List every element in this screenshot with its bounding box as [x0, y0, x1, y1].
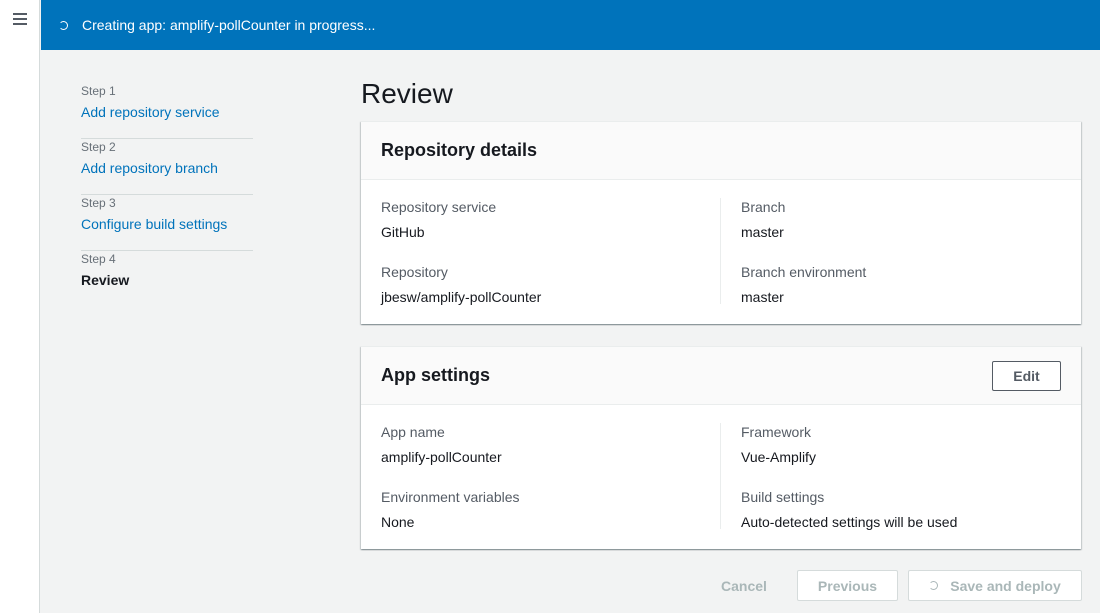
- cancel-button[interactable]: Cancel: [700, 570, 788, 601]
- details-column-right: Branch master Branch environment master: [741, 198, 1061, 328]
- field-value: master: [741, 289, 784, 305]
- field-label: Framework: [741, 424, 812, 440]
- spinner-icon: [59, 20, 68, 30]
- step-link-add-repository-branch[interactable]: Add repository branch: [81, 159, 253, 177]
- field-label: Repository service: [381, 199, 497, 215]
- step-3: Step 3 Configure build settings: [81, 195, 253, 251]
- spinner-icon: [929, 581, 939, 590]
- step-1: Step 1 Add repository service: [81, 83, 253, 139]
- step-4: Step 4 Review: [81, 251, 253, 307]
- field-label: Build settings: [741, 489, 825, 505]
- wizard-steps: Step 1 Add repository service Step 2 Add…: [81, 83, 253, 307]
- field-value: GitHub: [381, 224, 425, 240]
- panel-header: Repository details: [361, 122, 1081, 180]
- step-number: Step 3: [81, 196, 116, 210]
- field-value: master: [741, 224, 784, 240]
- settings-column-right: Framework Vue-Amplify Build settings Aut…: [741, 423, 1061, 553]
- field-environment-variables: Environment variables None: [381, 488, 701, 531]
- field-app-name: App name amplify-pollCounter: [381, 423, 701, 466]
- panel-title: App settings: [381, 365, 491, 385]
- panel-title: Repository details: [381, 140, 538, 160]
- field-repository: Repository jbesw/amplify-pollCounter: [381, 263, 701, 306]
- field-value: None: [381, 514, 415, 530]
- field-build-settings: Build settings Auto-detected settings wi…: [741, 488, 1061, 531]
- previous-button[interactable]: Previous: [797, 570, 898, 601]
- field-framework: Framework Vue-Amplify: [741, 423, 1061, 466]
- field-branch: Branch master: [741, 198, 1061, 241]
- column-divider: [720, 423, 721, 529]
- step-link-configure-build-settings[interactable]: Configure build settings: [81, 215, 253, 233]
- field-value: jbesw/amplify-pollCounter: [381, 289, 542, 305]
- field-label: Branch: [741, 199, 786, 215]
- field-value: Vue-Amplify: [741, 449, 816, 465]
- step-2: Step 2 Add repository branch: [81, 139, 253, 195]
- step-number: Step 4: [81, 252, 116, 266]
- field-label: Repository: [381, 264, 448, 280]
- field-branch-environment: Branch environment master: [741, 263, 1061, 306]
- step-number: Step 1: [81, 84, 116, 98]
- field-repository-service: Repository service GitHub: [381, 198, 701, 241]
- save-and-deploy-label: Save and deploy: [950, 577, 1061, 594]
- app-settings-panel: App settings Edit App name amplify-pollC…: [361, 346, 1081, 549]
- save-and-deploy-button[interactable]: Save and deploy: [908, 570, 1082, 601]
- edit-button[interactable]: Edit: [992, 360, 1061, 391]
- panel-header: App settings Edit: [361, 347, 1081, 405]
- step-number: Step 2: [81, 140, 116, 154]
- details-column-left: Repository service GitHub Repository jbe…: [381, 198, 701, 328]
- field-value: Auto-detected settings will be used: [741, 514, 958, 530]
- banner-message: Creating app: amplify-pollCounter in pro…: [82, 17, 376, 33]
- flash-banner: Creating app: amplify-pollCounter in pro…: [41, 0, 1100, 50]
- wizard-actions: Cancel Previous Save and deploy: [700, 570, 1082, 601]
- settings-column-left: App name amplify-pollCounter Environment…: [381, 423, 701, 553]
- step-current-review: Review: [81, 272, 130, 288]
- panel-body: Repository service GitHub Repository jbe…: [361, 180, 1081, 324]
- page-title: Review: [361, 78, 453, 109]
- hamburger-menu-icon[interactable]: [13, 13, 27, 25]
- column-divider: [720, 198, 721, 304]
- step-link-add-repository-service[interactable]: Add repository service: [81, 103, 253, 121]
- side-rail: [0, 0, 40, 613]
- field-value: amplify-pollCounter: [381, 449, 502, 465]
- field-label: Branch environment: [741, 264, 867, 280]
- field-label: App name: [381, 424, 445, 440]
- repository-details-panel: Repository details Repository service Gi…: [361, 121, 1081, 324]
- field-label: Environment variables: [381, 489, 520, 505]
- panel-body: App name amplify-pollCounter Environment…: [361, 405, 1081, 549]
